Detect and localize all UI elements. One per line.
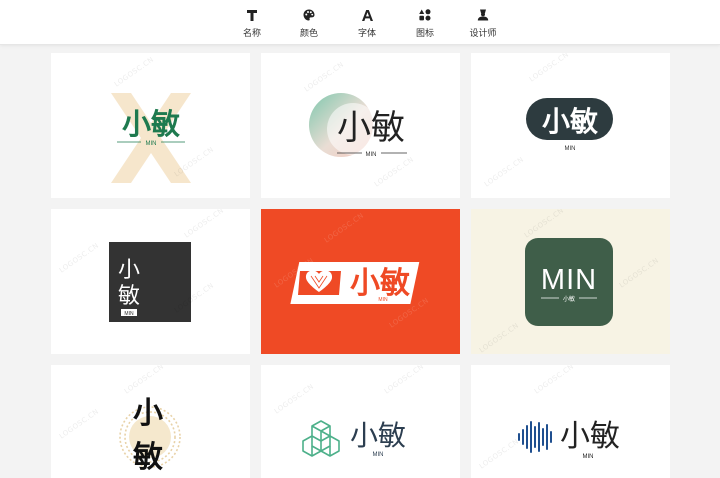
logo-name-1: 小敏 xyxy=(122,107,180,141)
svg-text:小: 小 xyxy=(133,396,163,431)
logo-preview-8: 小敏 MIN xyxy=(302,419,406,458)
shapes-icon xyxy=(419,8,431,22)
tab-icon-label: 图标 xyxy=(415,29,434,39)
logo-sub-4: MIN xyxy=(124,311,134,317)
tab-icon[interactable]: 图标 xyxy=(405,8,445,40)
logo-preview-9: 小敏 MIN xyxy=(518,419,620,460)
logo-card-1[interactable]: 小敏 MIN LOGOSC.CN LOGOSC.CN xyxy=(51,53,250,198)
tab-color[interactable]: 颜色 xyxy=(289,8,329,40)
logo-name-9: 小敏 xyxy=(560,419,620,454)
font-icon xyxy=(361,8,373,22)
text-icon xyxy=(247,8,257,22)
logo-preview-1: 小敏 MIN xyxy=(111,93,191,183)
logo-preview-5: 小敏 MIN xyxy=(290,262,420,304)
logo-card-8[interactable]: 小敏 MIN LOGOSC.CN LOGOSC.CN xyxy=(261,365,460,478)
palette-icon xyxy=(303,8,315,22)
tab-color-label: 颜色 xyxy=(299,29,318,39)
logo-preview-2: 小敏 MIN xyxy=(309,93,407,158)
logo-sub-3: MIN xyxy=(565,146,576,152)
logo-sub-8: MIN xyxy=(373,452,384,458)
tab-name[interactable]: 名称 xyxy=(232,8,272,40)
svg-text:敏: 敏 xyxy=(133,440,163,475)
logo-name-2: 小敏 xyxy=(337,108,405,148)
logo-name-8: 小敏 xyxy=(350,419,406,452)
logo-sub-9: MIN xyxy=(583,454,594,460)
tab-name-label: 名称 xyxy=(242,29,261,39)
designer-icon xyxy=(477,8,489,22)
logo-card-4[interactable]: 小 敏 MIN LOGOSC.CN LOGOSC.CN LOGOSC.CN xyxy=(51,209,250,354)
logo-card-9[interactable]: 小敏 MIN LOGOSC.CN LOGOSC.CN xyxy=(471,365,670,478)
logo-card-5[interactable]: 小敏 MIN LOGOSC.CN LOGOSC.CN LOGOSC.CN xyxy=(261,209,460,354)
logo-sub-2: MIN xyxy=(366,152,377,158)
tab-designer-label: 设计师 xyxy=(469,29,497,39)
tab-designer[interactable]: 设计师 xyxy=(463,8,503,40)
top-toolbar: 名称 颜色 字体 图标 设计师 xyxy=(0,0,720,45)
tab-font[interactable]: 字体 xyxy=(347,8,387,40)
logo-name-3: 小敏 xyxy=(542,105,598,138)
svg-text:敏: 敏 xyxy=(118,284,140,309)
logo-name-5: 小敏 xyxy=(350,266,410,301)
logo-sub-5: MIN xyxy=(378,297,388,303)
logo-card-6[interactable]: MIN 小敏 LOGOSC.CN LOGOSC.CN LOGOSC.CN xyxy=(471,209,670,354)
logo-preview-4: 小 敏 MIN xyxy=(109,242,191,322)
logo-sub-1: MIN xyxy=(146,141,157,147)
logo-card-7[interactable]: 小 敏 LOGOSC.CN LOGOSC.CN xyxy=(51,365,250,478)
logo-card-2[interactable]: 小敏 MIN LOGOSC.CN LOGOSC.CN xyxy=(261,53,460,198)
logo-card-3[interactable]: 小敏 MIN LOGOSC.CN LOGOSC.CN xyxy=(471,53,670,198)
tab-font-label: 字体 xyxy=(357,29,376,39)
logo-mono-6: MIN xyxy=(541,264,597,296)
svg-text:小: 小 xyxy=(118,258,140,283)
logo-name-6: 小敏 xyxy=(563,295,575,303)
